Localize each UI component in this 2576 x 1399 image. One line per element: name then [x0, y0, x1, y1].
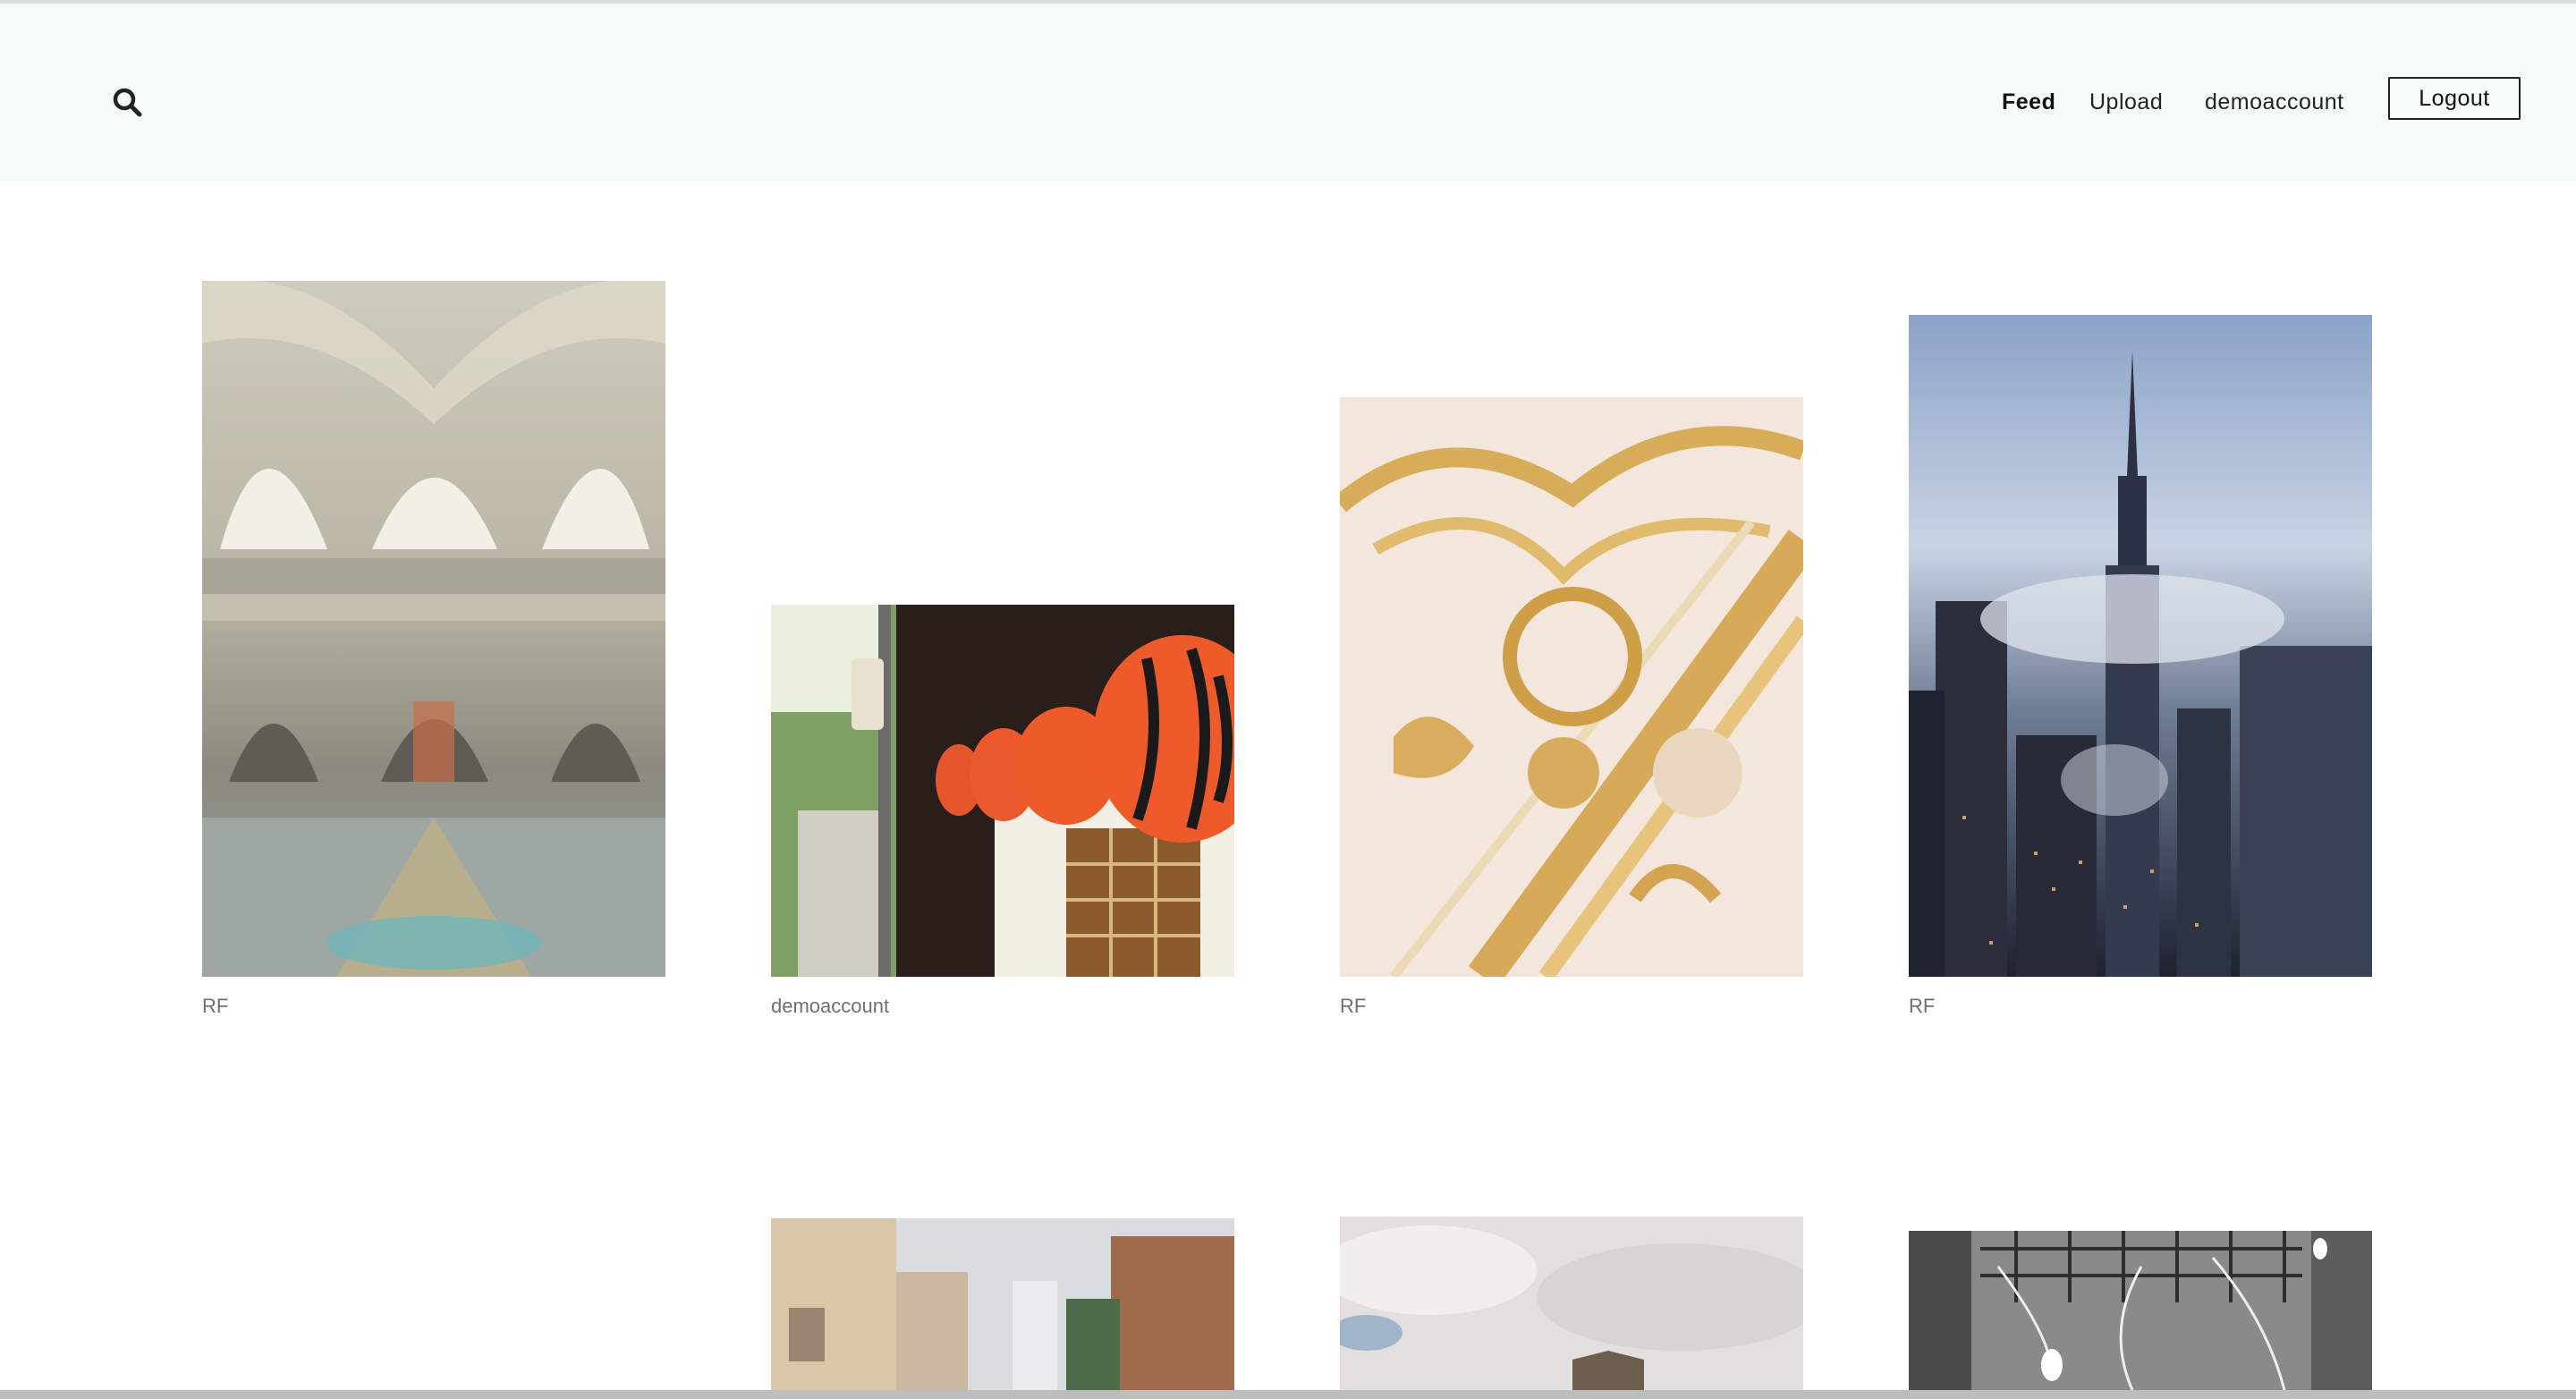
post-image[interactable]: [771, 605, 1234, 977]
post-image[interactable]: [1909, 1231, 2372, 1390]
post-owner[interactable]: demoaccount: [771, 995, 889, 1018]
window-bottom-border: [0, 1390, 2576, 1399]
post-image[interactable]: [1340, 1217, 1803, 1390]
post-owner[interactable]: RF: [1909, 995, 1935, 1018]
post-image[interactable]: [202, 281, 665, 977]
nav-feed-link[interactable]: Feed: [2002, 84, 2055, 120]
search-icon[interactable]: [111, 86, 143, 118]
nav-upload-link[interactable]: Upload: [2089, 84, 2163, 120]
post-owner[interactable]: RF: [202, 995, 228, 1018]
post-owner[interactable]: RF: [1340, 995, 1366, 1018]
post-image[interactable]: [1909, 315, 2372, 977]
post-image[interactable]: [1340, 397, 1803, 977]
post-image[interactable]: [771, 1218, 1234, 1390]
top-navbar: Feed Upload demoaccount Logout: [0, 4, 2576, 181]
logout-button[interactable]: Logout: [2388, 77, 2521, 120]
nav-profile-link[interactable]: demoaccount: [2205, 84, 2344, 120]
